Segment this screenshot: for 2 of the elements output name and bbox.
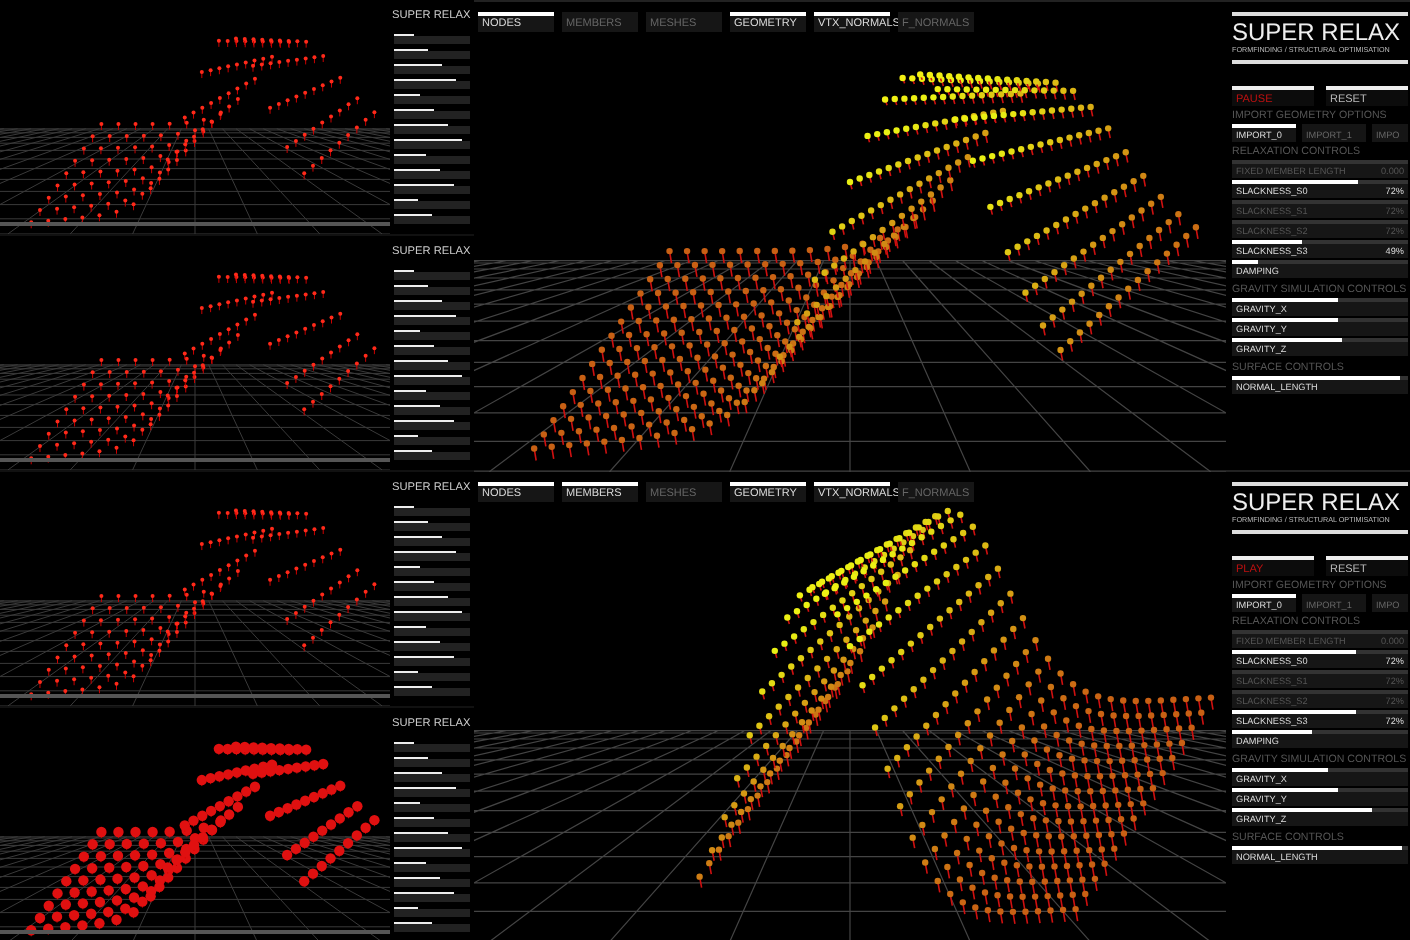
- app-title: SUPER RELAX: [1232, 20, 1403, 46]
- app-title: SUPER RELAX: [1232, 490, 1403, 516]
